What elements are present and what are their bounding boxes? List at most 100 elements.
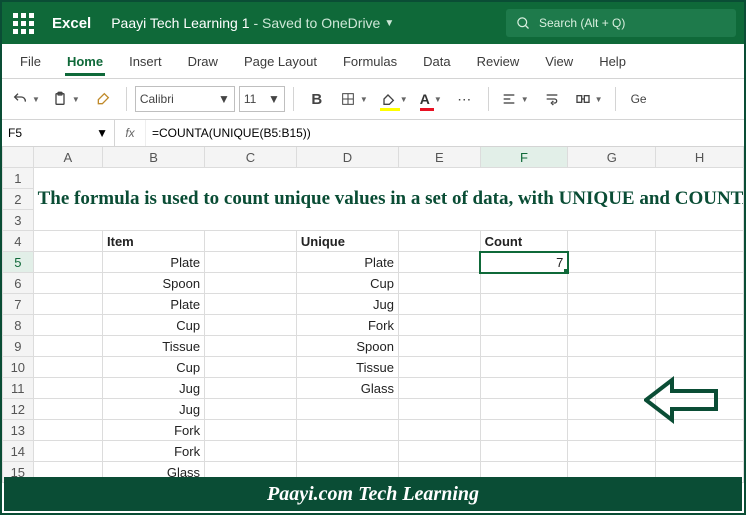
col-header[interactable]: A — [33, 147, 102, 168]
tab-page-layout[interactable]: Page Layout — [232, 44, 329, 78]
cell[interactable]: Plate — [103, 252, 205, 273]
headline-text: The formula is used to count unique valu… — [38, 185, 739, 213]
app-launcher-icon[interactable] — [10, 10, 36, 36]
col-header[interactable]: E — [398, 147, 480, 168]
tab-formulas[interactable]: Formulas — [331, 44, 409, 78]
col-header[interactable]: G — [568, 147, 656, 168]
app-name: Excel — [52, 15, 91, 32]
bold-button[interactable]: B — [302, 85, 332, 113]
row-header[interactable]: 6 — [3, 273, 34, 294]
cell[interactable]: Plate — [103, 294, 205, 315]
chevron-down-icon: ▼ — [32, 95, 40, 104]
merge-icon — [575, 91, 591, 107]
name-box-value: F5 — [8, 126, 22, 140]
document-title-text: Paayi Tech Learning 1 — [111, 15, 249, 31]
row-header[interactable]: 3 — [3, 210, 34, 231]
row-header[interactable]: 2 — [3, 189, 34, 210]
row-header[interactable]: 5 — [3, 252, 34, 273]
footer-banner: Paayi.com Tech Learning — [4, 477, 742, 511]
spreadsheet-grid[interactable]: A B C D E F G H 1 The formula is used to… — [2, 147, 744, 483]
cell[interactable]: Cup — [103, 315, 205, 336]
font-color-button[interactable]: A ▼ — [416, 85, 446, 113]
font-name-select[interactable]: Calibri ▼ — [135, 86, 235, 112]
cell[interactable]: Tissue — [296, 357, 398, 378]
row-header[interactable]: 8 — [3, 315, 34, 336]
divider — [615, 87, 616, 111]
divider — [293, 87, 294, 111]
borders-icon — [340, 91, 356, 107]
col-header[interactable]: D — [296, 147, 398, 168]
cell[interactable]: Item — [103, 231, 205, 252]
row-header[interactable]: 13 — [3, 420, 34, 441]
row-header[interactable]: 4 — [3, 231, 34, 252]
cell[interactable]: Jug — [103, 399, 205, 420]
search-icon — [516, 16, 531, 31]
tab-help[interactable]: Help — [587, 44, 638, 78]
chevron-down-icon: ▼ — [218, 92, 230, 106]
chevron-down-icon: ▼ — [400, 95, 408, 104]
cell[interactable]: Cup — [296, 273, 398, 294]
row-header[interactable]: 12 — [3, 399, 34, 420]
row-header[interactable]: 7 — [3, 294, 34, 315]
cell[interactable]: Cup — [103, 357, 205, 378]
more-font-button[interactable]: ⋯ — [450, 85, 480, 113]
fill-color-button[interactable]: ▼ — [376, 85, 412, 113]
cell[interactable]: Fork — [103, 420, 205, 441]
col-header[interactable]: H — [656, 147, 744, 168]
cell[interactable]: Glass — [296, 378, 398, 399]
format-painter-button[interactable] — [88, 85, 118, 113]
cell[interactable]: Spoon — [103, 273, 205, 294]
chevron-down-icon: ▼ — [521, 95, 529, 104]
name-box[interactable]: F5 ▼ — [2, 120, 115, 146]
cell[interactable]: Jug — [296, 294, 398, 315]
font-size-select[interactable]: 11 ▼ — [239, 86, 285, 112]
col-header[interactable]: B — [103, 147, 205, 168]
row-header[interactable]: 11 — [3, 378, 34, 399]
more-button[interactable]: Ge — [624, 85, 654, 113]
undo-button[interactable]: ▼ — [8, 85, 44, 113]
row-header[interactable]: 1 — [3, 168, 34, 189]
row-header[interactable]: 9 — [3, 336, 34, 357]
font-name-value: Calibri — [140, 92, 174, 106]
chevron-down-icon: ▼ — [96, 126, 108, 140]
tab-draw[interactable]: Draw — [176, 44, 230, 78]
cell[interactable]: Tissue — [103, 336, 205, 357]
align-button[interactable]: ▼ — [497, 85, 533, 113]
search-input[interactable]: Search (Alt + Q) — [506, 9, 736, 37]
cell[interactable]: Jug — [103, 378, 205, 399]
chevron-down-icon: ▼ — [384, 18, 394, 29]
undo-icon — [12, 91, 28, 107]
wrap-text-button[interactable] — [537, 85, 567, 113]
row-header[interactable]: 14 — [3, 441, 34, 462]
ribbon-tabs: File Home Insert Draw Page Layout Formul… — [2, 44, 744, 79]
col-header[interactable]: C — [205, 147, 297, 168]
tab-view[interactable]: View — [533, 44, 585, 78]
tab-file[interactable]: File — [8, 44, 53, 78]
tab-home[interactable]: Home — [55, 44, 115, 78]
borders-button[interactable]: ▼ — [336, 85, 372, 113]
tab-data[interactable]: Data — [411, 44, 462, 78]
divider — [126, 87, 127, 111]
select-all-corner[interactable] — [3, 147, 34, 168]
col-header[interactable]: F — [480, 147, 568, 168]
cell[interactable]: Unique — [296, 231, 398, 252]
chevron-down-icon: ▼ — [595, 95, 603, 104]
document-title[interactable]: Paayi Tech Learning 1 - Saved to OneDriv… — [111, 15, 394, 31]
tab-review[interactable]: Review — [465, 44, 532, 78]
cell[interactable]: Count — [480, 231, 568, 252]
chevron-down-icon: ▼ — [360, 95, 368, 104]
selected-cell[interactable]: 7 — [480, 252, 568, 273]
cell[interactable]: Fork — [296, 315, 398, 336]
formula-bar[interactable]: =COUNTA(UNIQUE(B5:B15)) — [146, 120, 744, 146]
tab-insert[interactable]: Insert — [117, 44, 174, 78]
save-status: - Saved to OneDrive — [254, 15, 381, 31]
merge-button[interactable]: ▼ — [571, 85, 607, 113]
cell[interactable]: Fork — [103, 441, 205, 462]
chevron-down-icon: ▼ — [268, 92, 280, 106]
cell[interactable]: Plate — [296, 252, 398, 273]
fx-icon[interactable]: fx — [115, 120, 146, 146]
paste-button[interactable]: ▼ — [48, 85, 84, 113]
more-label: Ge — [631, 92, 647, 106]
row-header[interactable]: 10 — [3, 357, 34, 378]
cell[interactable]: Spoon — [296, 336, 398, 357]
